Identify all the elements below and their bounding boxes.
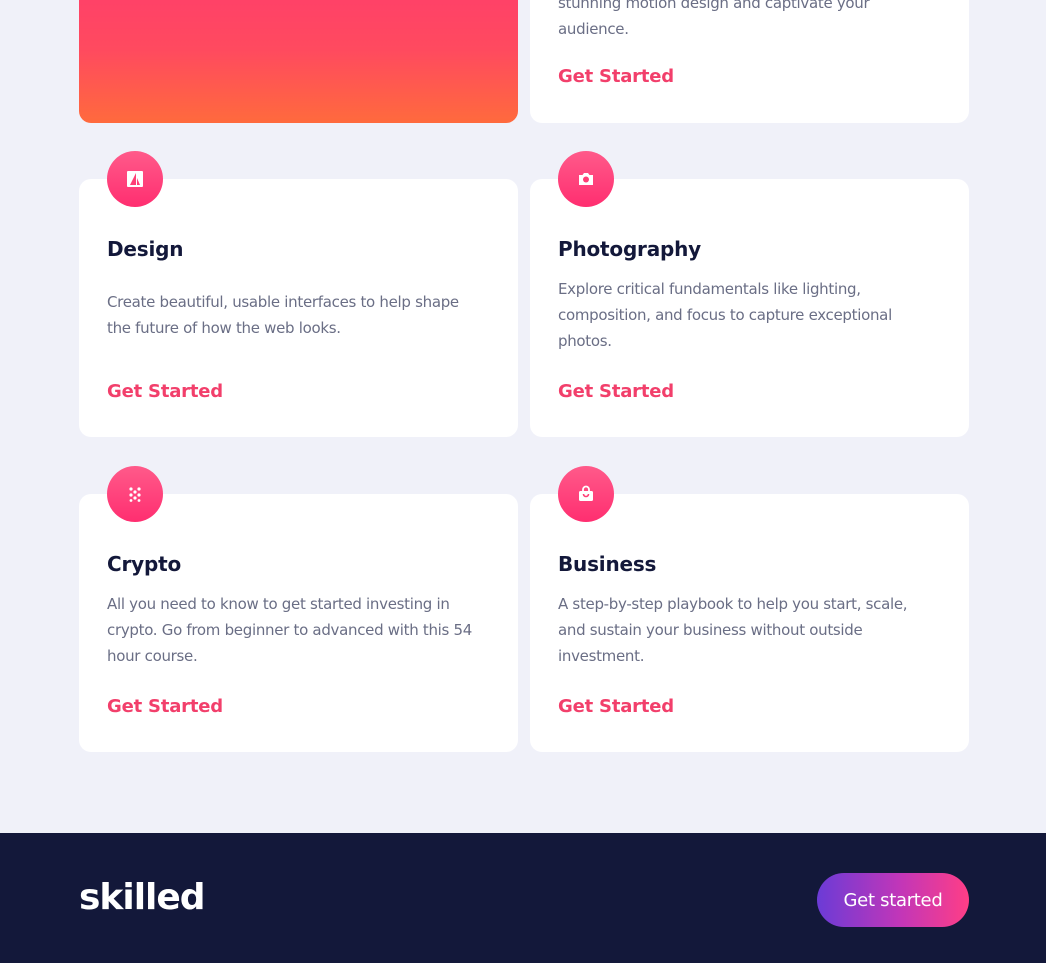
course-description-photography: Explore critical fundamentals like light… [558,276,953,354]
description-line: investment. [558,647,645,665]
get-started-link-crypto[interactable]: Get Started [107,696,223,717]
camera-icon [579,173,593,185]
get-started-link-business[interactable]: Get Started [558,696,674,717]
crypto-icon [129,487,141,502]
shopping-bag-icon-badge [558,466,614,522]
description-line: crypto. Go from beginner to advanced wit… [107,621,473,639]
course-description-business: A step-by-step playbook to help you star… [558,591,953,669]
description-line: audience. [558,20,629,38]
course-title-design: Design [107,237,184,261]
camera-icon-badge [558,151,614,207]
design-icon [127,171,143,187]
course-description-crypto: All you need to know to get started inve… [107,591,502,669]
description-line: photos. [558,332,612,350]
get-started-link-design[interactable]: Get Started [107,381,223,402]
course-title-photography: Photography [558,237,702,261]
get-started-button[interactable]: Get started [817,873,969,927]
hero-gradient-image [79,0,518,123]
design-icon-badge [107,151,163,207]
course-description-design: Create beautiful, usable interfaces to h… [107,289,502,341]
description-line: composition, and focus to capture except… [558,306,892,324]
description-line: and sustain your business without outsid… [558,621,863,639]
course-title-crypto: Crypto [107,552,181,576]
motion-design-description: stunning motion design and captivate you… [558,0,948,42]
description-line: A step-by-step playbook to help you star… [558,595,908,613]
footer-logo[interactable]: skilled [79,877,206,918]
description-line: All you need to know to get started inve… [107,595,450,613]
get-started-link-motion[interactable]: Get Started [558,66,674,87]
description-line: hour course. [107,647,198,665]
description-line: stunning motion design and captivate you… [558,0,870,12]
description-line: Create beautiful, usable interfaces to h… [107,293,459,311]
description-line: the future of how the web looks. [107,319,341,337]
crypto-icon-badge [107,466,163,522]
shopping-bag-icon [579,485,593,501]
description-line: Explore critical fundamentals like light… [558,280,861,298]
course-title-business: Business [558,552,657,576]
get-started-link-photography[interactable]: Get Started [558,381,674,402]
